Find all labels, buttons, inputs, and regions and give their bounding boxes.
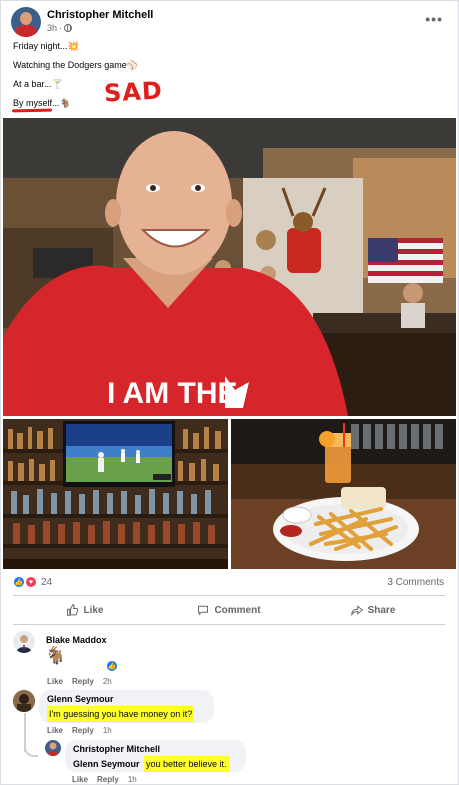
comments-count-link[interactable]: 3 Comments [387, 577, 444, 588]
selfie-illustration: I AM THE [3, 118, 456, 416]
post-photo-selfie[interactable]: I AM THE [3, 118, 456, 416]
commenter-avatar[interactable] [45, 740, 61, 756]
shirt-text: I AM THE [107, 377, 238, 410]
collision-emoji-icon: 💥 [67, 41, 79, 51]
red-underline-annotation [11, 108, 53, 113]
divider [13, 624, 445, 625]
comment-actions: Like Reply 1h [47, 726, 112, 735]
comment-like-reaction-icon: 👍 [106, 660, 118, 672]
comment-text: you better believe it. [143, 756, 229, 772]
love-reaction-icon: ♥ [25, 576, 37, 588]
comment-bubble: Christopher Mitchell Glenn Seymour you b… [65, 740, 246, 772]
share-label: Share [367, 604, 396, 616]
baseball-emoji-icon: ⚾ [126, 60, 138, 70]
comment-bubble: Glenn Seymour I'm guessing you have mone… [39, 690, 214, 723]
comment-text: I'm guessing you have money on it? [47, 706, 195, 722]
comment-actions: Like Reply 2h [47, 677, 112, 686]
post-line-1: Friday night... [13, 41, 68, 51]
like-button[interactable]: Like [13, 599, 157, 621]
more-options-icon[interactable]: ••• [425, 11, 443, 27]
post-photo-food[interactable] [231, 419, 456, 569]
comment-icon [198, 605, 209, 616]
like-reaction-icon: 👍 [13, 576, 25, 588]
food-illustration [231, 419, 456, 569]
cocktail-emoji-icon: 🍸 [51, 79, 63, 89]
post-header: Christopher Mitchell 3h · ••• [11, 7, 451, 37]
comment-reply-link[interactable]: Reply [97, 775, 119, 784]
post-actions-bar: Like Comment Share [13, 599, 445, 621]
american-flag [368, 238, 443, 283]
comment-author[interactable]: Blake Maddox [46, 635, 107, 645]
like-label: Like [83, 604, 104, 616]
reply-thread-curve [24, 743, 38, 757]
comment-reply-link[interactable]: Reply [72, 726, 94, 735]
comment-mention[interactable]: Glenn Seymour [73, 757, 140, 771]
divider [13, 595, 445, 596]
share-icon [350, 605, 363, 616]
post-card: Christopher Mitchell 3h · ••• Friday nig… [0, 0, 459, 785]
comment-item: Glenn Seymour I'm guessing you have mone… [13, 690, 443, 752]
comment-author[interactable]: Glenn Seymour [47, 694, 206, 704]
comment-reply-link[interactable]: Reply [72, 677, 94, 686]
bar-tv-illustration [3, 419, 228, 569]
reaction-count: 24 [41, 576, 53, 588]
comment-item: Blake Maddox 🐐 👍 Like Reply 2h [13, 631, 443, 687]
comment-button[interactable]: Comment [157, 599, 301, 621]
comment-label: Comment [214, 604, 261, 616]
globe-icon [64, 24, 73, 32]
author-avatar[interactable] [11, 7, 41, 37]
post-line-2: Watching the Dodgers game [13, 60, 127, 70]
sad-annotation: SAD [103, 76, 164, 108]
commenter-avatar[interactable] [13, 690, 35, 712]
comment-like-link[interactable]: Like [47, 677, 63, 686]
tv-screen [63, 421, 175, 487]
reply-item: Christopher Mitchell Glenn Seymour you b… [45, 740, 445, 784]
comment-time: 2h [102, 677, 112, 686]
post-line-3: At a bar... [13, 79, 52, 89]
goat-emoji-icon: 🐐 [59, 98, 71, 108]
comment-time: 1h [127, 775, 137, 784]
commenter-avatar[interactable] [13, 631, 35, 653]
share-button[interactable]: Share [301, 599, 445, 621]
comment-like-link[interactable]: Like [47, 726, 63, 735]
post-line-4: By myself... [13, 98, 60, 108]
post-time[interactable]: 3h [47, 23, 57, 33]
comment-time: 1h [102, 726, 112, 735]
comment-author[interactable]: Christopher Mitchell [73, 744, 238, 754]
comment-actions: Like Reply 1h [72, 775, 137, 784]
reactions-summary[interactable]: 👍 ♥ 24 [13, 576, 52, 588]
goat-emoji-icon: 🐐 [45, 646, 67, 665]
post-photo-bar-tv[interactable] [3, 419, 228, 569]
post-meta: 3h · [47, 23, 73, 33]
comment-like-link[interactable]: Like [72, 775, 88, 784]
thumbs-up-icon [67, 604, 79, 616]
post-author-name[interactable]: Christopher Mitchell [47, 9, 153, 21]
